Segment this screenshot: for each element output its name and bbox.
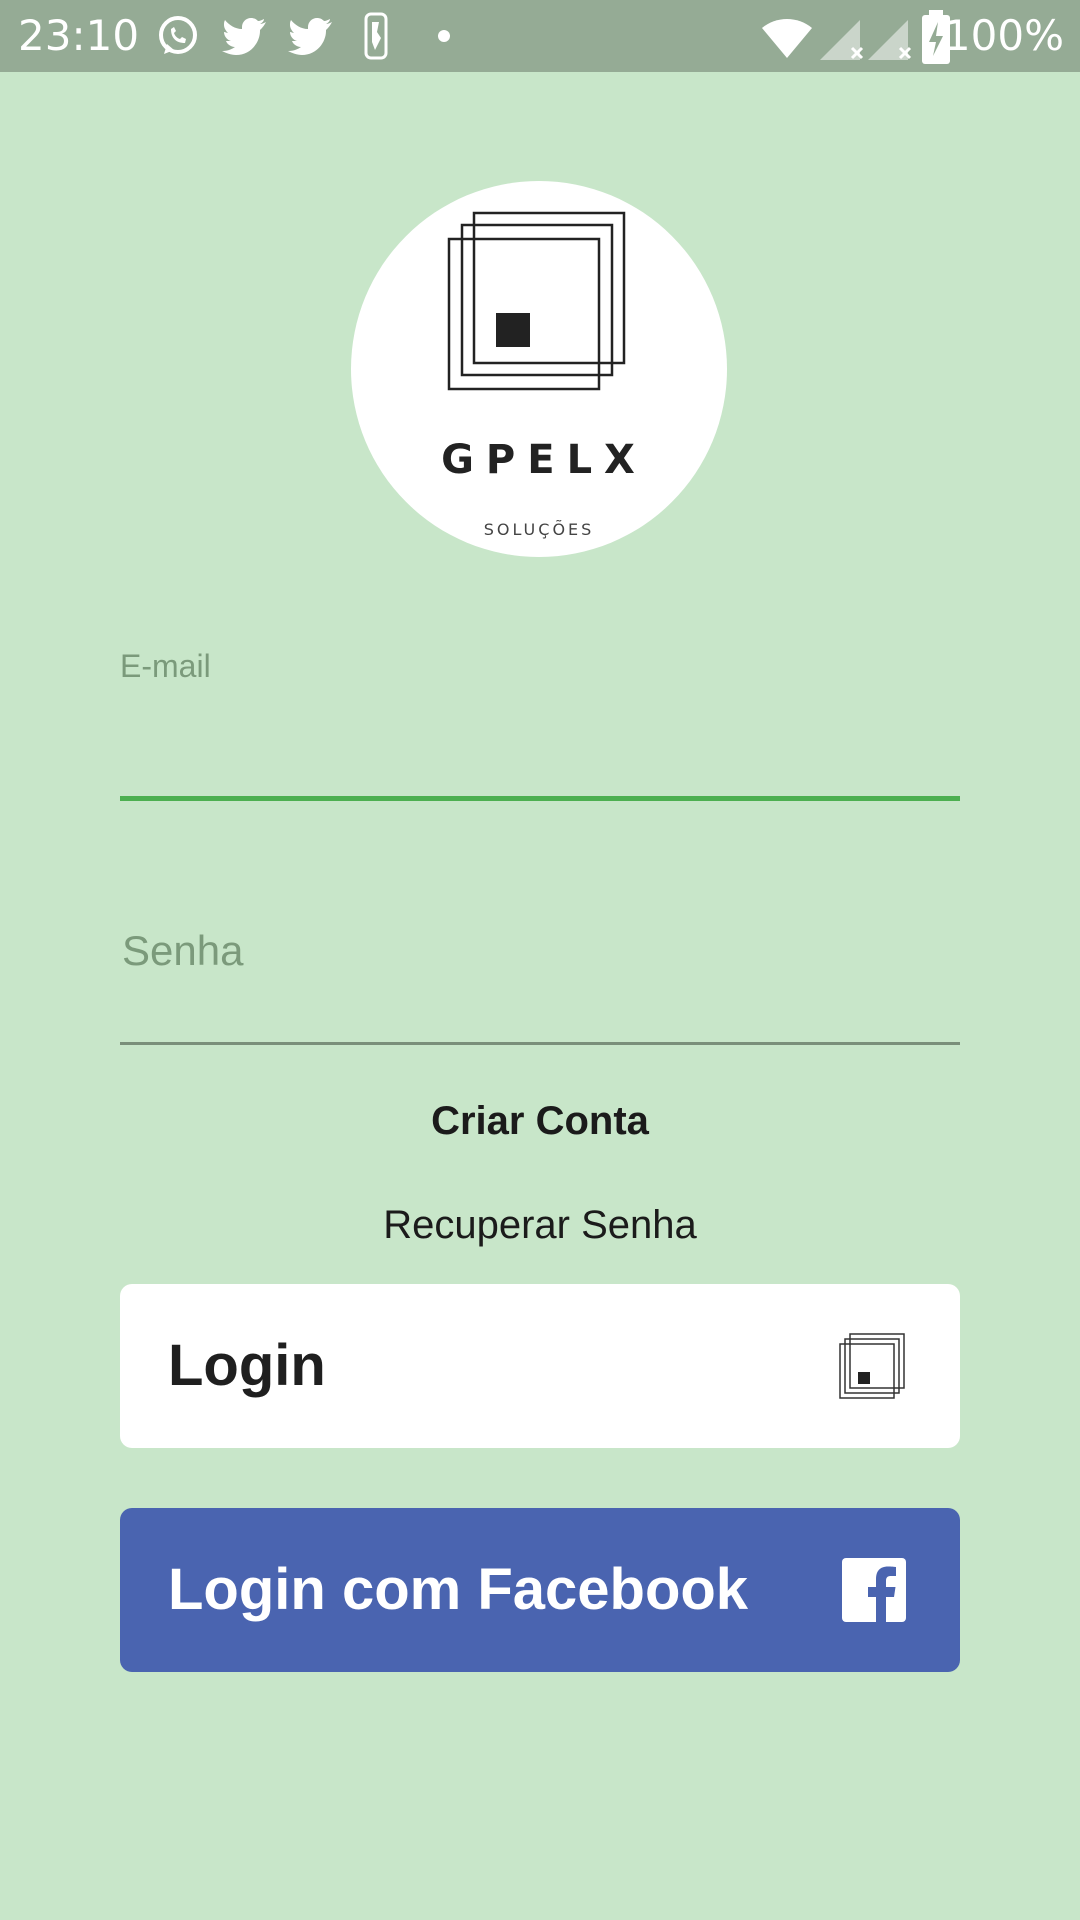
logo-name: GPELX <box>441 437 647 483</box>
email-input[interactable] <box>120 712 964 794</box>
twitter-icon <box>288 18 332 55</box>
email-field[interactable]: E-mail <box>120 648 964 804</box>
nba-icon <box>364 12 388 60</box>
password-underline <box>120 1042 960 1045</box>
twitter-icon <box>222 18 266 55</box>
email-label: E-mail <box>120 648 211 684</box>
email-underline <box>120 796 960 801</box>
status-bar: 23:10 100% <box>0 0 1080 72</box>
logo-squares-icon <box>447 211 626 391</box>
whatsapp-icon <box>159 16 197 54</box>
wifi-icon <box>762 19 812 58</box>
app-logo: GPELX SOLUÇÕES <box>351 181 727 557</box>
password-field[interactable] <box>120 900 964 1050</box>
battery-percentage: 100% <box>943 11 1064 60</box>
signal-icon <box>820 20 864 60</box>
logo-subtitle: SOLUÇÕES <box>483 520 595 539</box>
password-input[interactable] <box>120 920 964 982</box>
logo-squares-icon <box>839 1333 905 1399</box>
facebook-login-label: Login com Facebook <box>168 1557 749 1622</box>
login-button[interactable]: Login <box>120 1284 960 1448</box>
create-account-link[interactable]: Criar Conta <box>0 1096 1080 1146</box>
recover-password-link[interactable]: Recuperar Senha <box>0 1200 1080 1250</box>
status-time: 23:10 <box>18 11 140 60</box>
facebook-login-button[interactable]: Login com Facebook <box>120 1508 960 1672</box>
login-button-label: Login <box>168 1333 326 1398</box>
facebook-icon <box>842 1558 906 1622</box>
dot-icon <box>438 30 450 42</box>
signal-icon <box>868 20 912 60</box>
